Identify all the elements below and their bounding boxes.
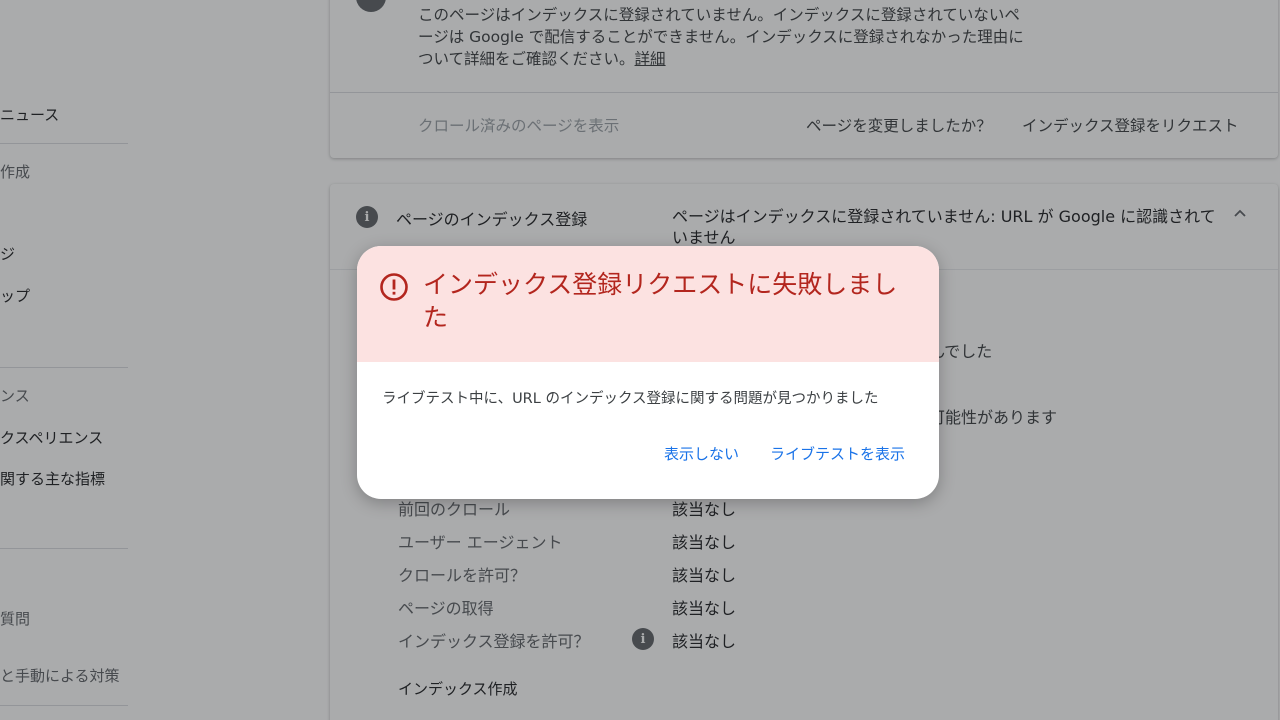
indexing-request-failed-dialog: インデックス登録リクエストに失敗しました ライブテスト中に、URL のインデック… xyxy=(357,246,939,499)
dismiss-button[interactable]: 表示しない xyxy=(664,443,739,464)
dialog-message: ライブテスト中に、URL のインデックス登録に関する問題が見つかりました xyxy=(382,391,879,407)
view-live-test-button[interactable]: ライブテストを表示 xyxy=(770,443,905,464)
dialog-header: インデックス登録リクエストに失敗しました xyxy=(357,246,939,362)
dialog-title: インデックス登録リクエストに失敗しました xyxy=(423,270,898,332)
error-icon xyxy=(380,273,408,301)
